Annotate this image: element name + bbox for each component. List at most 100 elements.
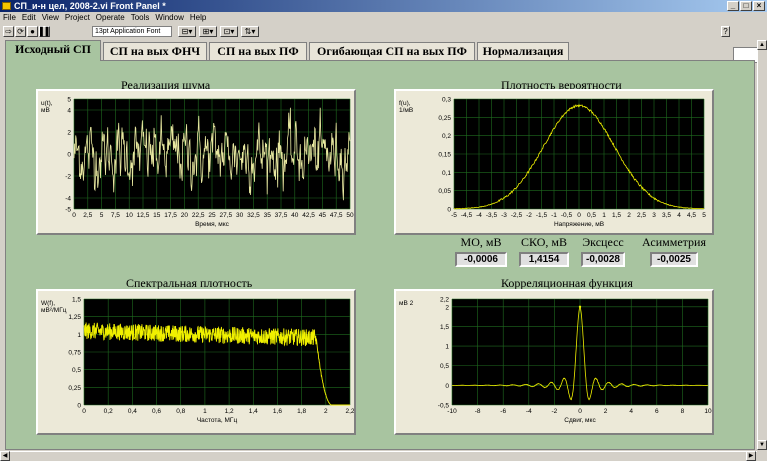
y-tick-label: -2 — [65, 174, 71, 181]
close-button[interactable]: × — [753, 1, 765, 11]
y-tick-label: 0,25 — [68, 385, 81, 392]
scroll-left-icon[interactable]: ◀ — [0, 451, 10, 461]
run-arrow-icon[interactable]: ⇨ — [3, 26, 14, 37]
stat-label: Асимметрия — [642, 235, 706, 249]
title-bar: СП_и-н цел, 2008-2.vi Front Panel * _ □ … — [0, 0, 767, 12]
help-icon[interactable]: ? — [721, 26, 730, 37]
x-tick-label: -0,5 — [561, 212, 573, 219]
x-tick-label: 27,5 — [219, 212, 232, 219]
vi-icon — [2, 2, 11, 10]
tab-page: Реализация шума 0 2,5 5 7,5 10 12,5 15 17,5 20 22,… — [5, 60, 755, 450]
x-tick-label: 10 — [126, 212, 134, 219]
x-tick-label: 6 — [655, 408, 659, 415]
scroll-down-icon[interactable]: ▼ — [757, 440, 767, 450]
x-tick-label: -4 — [476, 212, 482, 219]
toolbar: ⇨ ⟳ ● ▌▌ 13pt Application Font ⊟▾ ⊞▾ ⊡▾ … — [0, 24, 767, 63]
horizontal-scrollbar[interactable]: ◀ ▶ — [0, 451, 757, 461]
align-icon[interactable]: ⊟▾ — [178, 26, 196, 37]
x-tick-label: 47,5 — [330, 212, 343, 219]
x-tick-label: 5 — [100, 212, 104, 219]
menu-item-window[interactable]: Window — [152, 12, 186, 24]
noise-realization-chart[interactable]: 0 2,5 5 7,5 10 12,5 15 17,5 20 22,5 25 27,5 30 32,5 35… — [36, 89, 356, 235]
x-tick-label: 0,4 — [128, 408, 137, 415]
x-tick-label: 40 — [291, 212, 299, 219]
x-tick-label: 37,5 — [275, 212, 288, 219]
y-tick-label: 2,2 — [440, 297, 449, 304]
distribute-icon[interactable]: ⊞▾ — [199, 26, 217, 37]
y-tick-label: 0,15 — [438, 152, 451, 159]
y-tick-label: 0 — [77, 403, 81, 410]
menu-item-help[interactable]: Help — [187, 12, 209, 24]
tab-1[interactable]: Исходный СП — [5, 40, 101, 61]
y-tick-label: 0,3 — [442, 97, 451, 104]
y-tick-label: 2 — [445, 304, 449, 311]
x-tick-label: 2,2 — [345, 408, 354, 415]
x-tick-label: 0,6 — [152, 408, 161, 415]
menu-item-edit[interactable]: Edit — [19, 12, 39, 24]
x-tick-label: -8 — [475, 408, 481, 415]
x-tick-label: 0,8 — [176, 408, 185, 415]
x-tick-label: -1,5 — [536, 212, 548, 219]
font-selector[interactable]: 13pt Application Font — [92, 26, 172, 37]
probability-density-chart[interactable]: -5 -4,5 -4 -3,5 -3 -2,5 -2 -1,5 -1 -0,5 0 0,5 1 1,5 2 2… — [394, 89, 714, 235]
correlation-function-chart[interactable]: -10 -8 -6 -4 -2 0 2 4 6 8 10 2,2 2 1,5 1 0,5 0 -0,5 Сдвиг,… — [394, 289, 714, 435]
x-tick-label: 22,5 — [192, 212, 205, 219]
x-tick-label: 0 — [577, 212, 581, 219]
y-tick-label: 0,5 — [72, 367, 81, 374]
x-tick-label: -1 — [551, 212, 557, 219]
menu-bar: File Edit View Project Operate Tools Window Hel… — [0, 12, 767, 24]
x-tick-label: -6 — [500, 408, 506, 415]
x-tick-label: -3,5 — [486, 212, 498, 219]
x-tick-label: 10 — [704, 408, 712, 415]
menu-item-tools[interactable]: Tools — [128, 12, 153, 24]
maximize-button[interactable]: □ — [740, 1, 752, 11]
x-tick-label: 7,5 — [111, 212, 120, 219]
spectral-density-chart[interactable]: 0 0,2 0,4 0,6 0,8 1 1,2 1,4 1,6 1,8 2 2,2 1,5 1,25 1 0,… — [36, 289, 356, 435]
x-tick-label: 2 — [324, 408, 328, 415]
y-tick-label: 0,2 — [442, 133, 451, 140]
y-tick-label: 1,5 — [72, 297, 81, 304]
menu-item-operate[interactable]: Operate — [93, 12, 128, 24]
x-tick-label: 20 — [181, 212, 189, 219]
y-tick-label: 0 — [445, 383, 449, 390]
run-continuously-icon[interactable]: ⟳ — [15, 26, 26, 37]
y-tick-label: 1 — [445, 344, 449, 351]
tab-2[interactable]: СП на вых ФНЧ — [103, 42, 207, 60]
x-tick-label: 1,8 — [297, 408, 306, 415]
x-tick-label: 2 — [627, 212, 631, 219]
x-tick-label: 1,6 — [273, 408, 282, 415]
x-tick-label: 3 — [652, 212, 656, 219]
minimize-button[interactable]: _ — [727, 1, 739, 11]
scroll-right-icon[interactable]: ▶ — [746, 451, 756, 461]
y-tick-label: 0 — [447, 207, 451, 214]
stat-value: -0,0025 — [650, 252, 698, 267]
tab-5[interactable]: Нормализация — [477, 42, 569, 60]
vertical-scrollbar[interactable]: ▲ ▼ — [757, 40, 767, 450]
x-tick-label: 1,4 — [249, 408, 258, 415]
x-tick-label: -4,5 — [461, 212, 473, 219]
tab-3[interactable]: СП на вых ПФ — [209, 42, 307, 60]
x-axis-label: Время, мкс — [195, 221, 230, 228]
reorder-icon[interactable]: ⇅▾ — [241, 26, 259, 37]
tab-4[interactable]: Огибающая СП на вых ПФ — [309, 42, 475, 60]
stat-value: -0,0006 — [455, 252, 507, 267]
menu-item-view[interactable]: View — [39, 12, 62, 24]
abort-icon[interactable]: ● — [27, 26, 38, 37]
pause-icon[interactable]: ▌▌ — [39, 26, 51, 37]
x-tick-label: 1 — [602, 212, 606, 219]
x-tick-label: -4 — [526, 408, 532, 415]
stat-label: МО, мВ — [460, 235, 502, 249]
scroll-up-icon[interactable]: ▲ — [757, 40, 767, 50]
stat-1: МО, мВ -0,0006 — [455, 235, 507, 267]
menu-item-project[interactable]: Project — [62, 12, 93, 24]
chart-svg: -10 -8 -6 -4 -2 0 2 4 6 8 102,221,510,50-0,5Сдвиг,… — [399, 297, 712, 425]
x-tick-label: 0 — [82, 408, 86, 415]
x-tick-label: 12,5 — [137, 212, 150, 219]
y-axis-label: f(u), — [399, 100, 411, 107]
x-tick-label: 4,5 — [687, 212, 696, 219]
y-tick-label: 4 — [67, 108, 71, 115]
y-tick-label: -5 — [65, 207, 71, 214]
resize-icon[interactable]: ⊡▾ — [220, 26, 238, 37]
menu-item-file[interactable]: File — [0, 12, 19, 24]
x-tick-label: -2 — [552, 408, 558, 415]
